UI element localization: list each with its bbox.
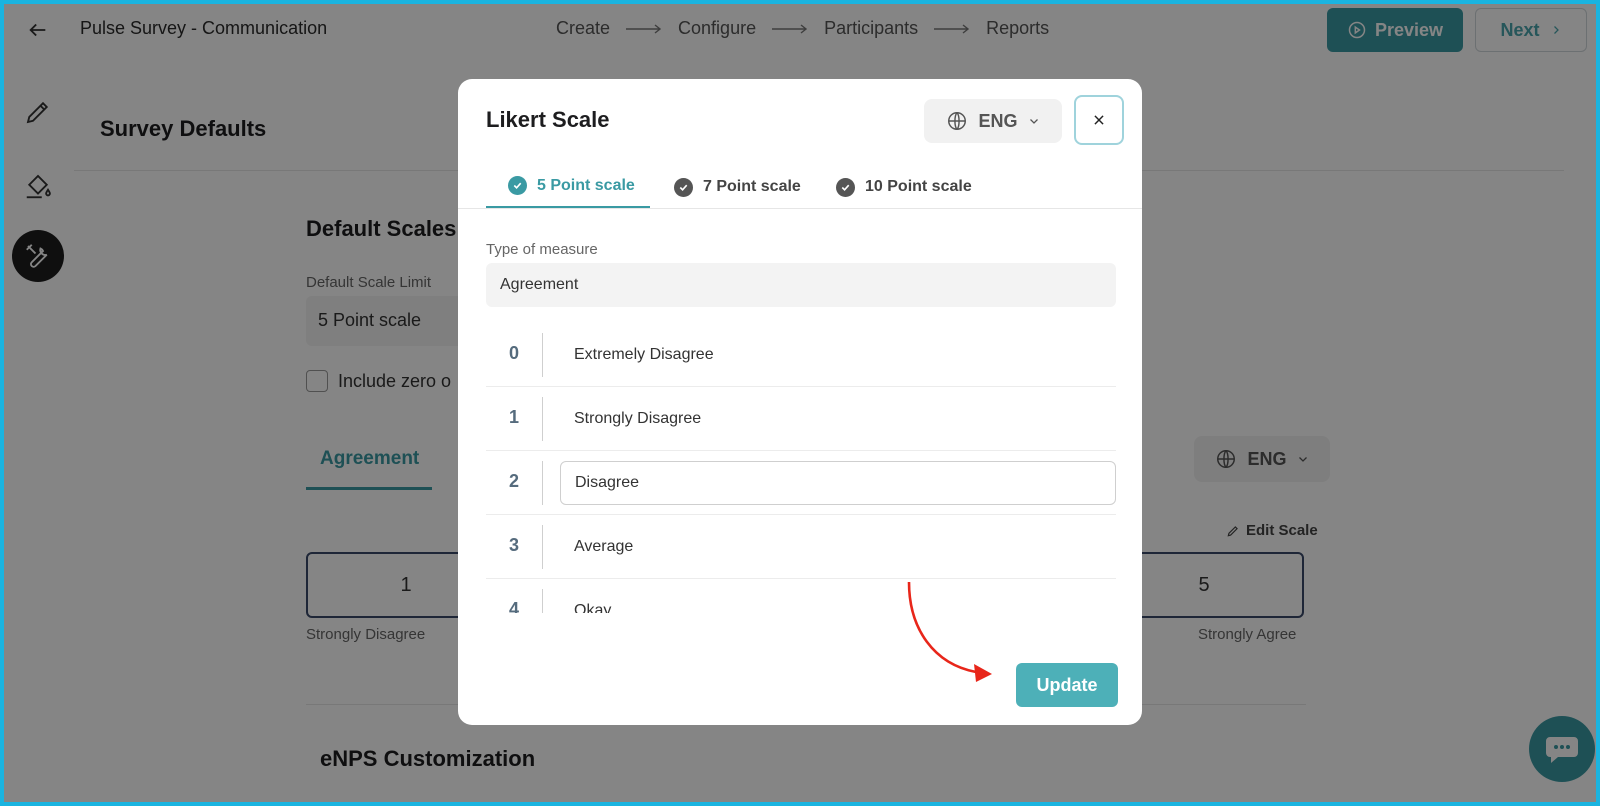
tab-5-point-scale[interactable]: 5 Point scale (486, 165, 650, 209)
update-button[interactable]: Update (1016, 663, 1118, 707)
tab-label: 10 Point scale (865, 178, 972, 195)
likert-scale-modal: Likert Scale ENG 5 Point scale 7 Point s… (458, 79, 1142, 725)
modal-language-label: ENG (978, 110, 1018, 131)
tab-10-point-scale[interactable]: 10 Point scale (836, 165, 972, 209)
scale-rows[interactable]: 0 Extremely Disagree 1 Strongly Disagree… (486, 323, 1116, 613)
row-divider (542, 461, 543, 505)
close-icon (1094, 115, 1104, 125)
scale-row-number: 3 (508, 535, 519, 555)
scale-row-number: 1 (508, 407, 519, 427)
check-circle-icon (836, 177, 855, 197)
tabs-divider (458, 208, 1142, 209)
scale-row: 4 Okay (486, 579, 1116, 613)
row-divider (542, 589, 543, 613)
scale-row-label[interactable]: Average (574, 538, 633, 556)
scale-row-label[interactable]: Extremely Disagree (574, 346, 714, 364)
row-divider (542, 397, 543, 441)
check-circle-icon (508, 176, 527, 195)
scale-row-input[interactable]: Disagree (560, 461, 1116, 505)
scale-row: 3 Average (486, 515, 1116, 579)
globe-icon (948, 112, 967, 130)
close-button[interactable] (1074, 95, 1124, 145)
chevron-down-icon (1029, 119, 1038, 124)
scale-row: 1 Strongly Disagree (486, 387, 1116, 451)
modal-language-select[interactable]: ENG (924, 99, 1062, 143)
scale-row: 2 Disagree (486, 451, 1116, 515)
tab-7-point-scale[interactable]: 7 Point scale (674, 165, 801, 209)
scale-row-label[interactable]: Okay (574, 602, 611, 613)
check-circle-icon (674, 177, 693, 197)
tab-label: 5 Point scale (537, 176, 635, 194)
scale-row-label[interactable]: Strongly Disagree (574, 410, 701, 428)
row-divider (542, 525, 543, 569)
scale-row: 0 Extremely Disagree (486, 323, 1116, 387)
modal-title: Likert Scale (486, 107, 610, 132)
measure-type-input[interactable] (486, 263, 1116, 307)
scale-row-number: 4 (508, 599, 519, 613)
row-divider (542, 333, 543, 377)
measure-type-label: Type of measure (486, 241, 598, 258)
scale-row-number: 0 (508, 343, 519, 363)
app-window: Pulse Survey - Communication Create Conf… (0, 0, 1600, 806)
tab-label: 7 Point scale (703, 178, 801, 195)
scale-row-number: 2 (508, 471, 519, 491)
